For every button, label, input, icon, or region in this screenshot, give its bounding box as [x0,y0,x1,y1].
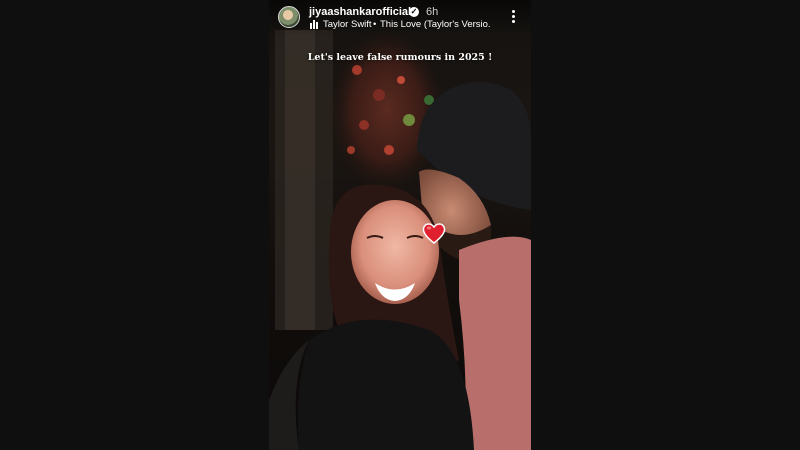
story-viewer[interactable]: jiyaashankarofficial ✓ 6h Taylor Swift •… [269,0,531,450]
music-bars-icon [310,20,320,29]
post-timestamp: 6h [426,6,439,18]
music-artist[interactable]: Taylor Swift [323,19,372,30]
story-header: jiyaashankarofficial ✓ 6h Taylor Swift •… [269,0,531,36]
story-photo [269,25,531,450]
verified-badge-icon: ✓ [409,7,419,17]
red-heart-emoji [422,223,446,244]
music-track[interactable]: This Love (Taylor's Versio... [380,19,490,30]
more-options-button[interactable] [507,9,521,25]
music-separator: • [373,19,377,30]
story-caption: Let's leave false rumours in 2025 ! [307,52,493,63]
username[interactable]: jiyaashankarofficial [309,6,411,18]
avatar[interactable] [278,6,300,28]
